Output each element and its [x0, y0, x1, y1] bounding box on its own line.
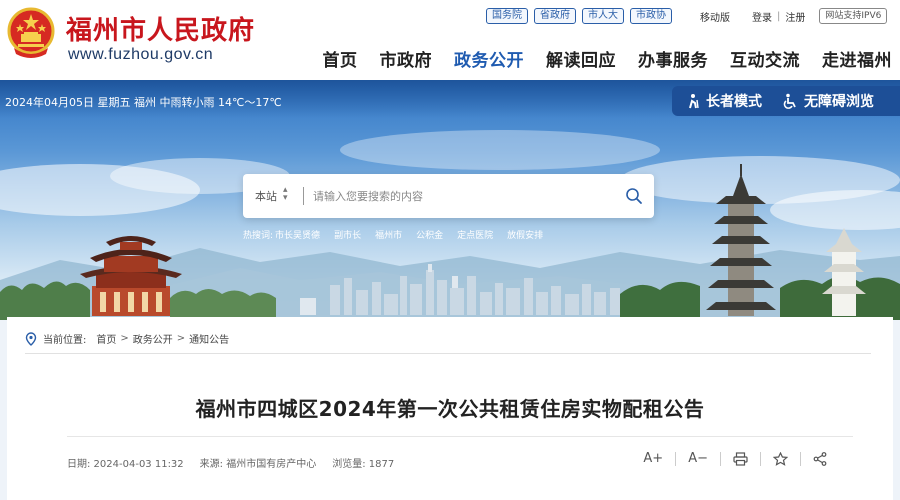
breadcrumb-divider [25, 353, 871, 354]
breadcrumb-gov-affairs[interactable]: 政务公开 [133, 331, 173, 346]
hot-word[interactable]: 市长吴贤德 [275, 228, 320, 241]
accessible-browse-button[interactable]: 无障碍浏览 [782, 91, 874, 111]
breadcrumb-home[interactable]: 首页 [96, 331, 116, 346]
tool-divider [800, 451, 801, 466]
article-date: 日期: 2024-04-03 11:32 [67, 459, 184, 470]
nav-municipal-gov[interactable]: 市政府 [380, 46, 433, 71]
article-meta: 日期: 2024-04-03 11:32 来源: 福州市国有房产中心 浏览量: … [67, 455, 410, 470]
breadcrumb-prefix: 当前位置: [43, 335, 87, 346]
hot-word[interactable]: 福州市 [375, 228, 402, 241]
main-nav: 首页 市政府 政务公开 解读回应 办事服务 互动交流 走进福州 [301, 46, 893, 71]
separator: | [777, 10, 781, 22]
accessible-browse-label: 无障碍浏览 [804, 94, 874, 110]
hot-word[interactable]: 公积金 [416, 228, 443, 241]
search-scope-select[interactable]: 本站 [255, 188, 277, 204]
login-link[interactable]: 登录 [752, 9, 772, 24]
accessibility-bar: 长者模式 无障碍浏览 [672, 86, 900, 116]
font-larger-button[interactable]: A+ [643, 451, 663, 466]
title-divider [67, 436, 853, 437]
article-views: 浏览量: 1877 [332, 459, 395, 470]
article-panel: 当前位置: 首页 > 政务公开 > 通知公告 福州市四城区2024年第一次公共租… [7, 317, 893, 500]
hot-word[interactable]: 放假安排 [507, 228, 543, 241]
star-icon[interactable] [773, 451, 788, 466]
site-title[interactable]: 福州市人民政府 [66, 10, 255, 47]
location-pin-icon [25, 331, 37, 346]
search-box: 本站 ▴ ▾ [243, 174, 654, 218]
article-tools: A+ A− [643, 451, 827, 466]
chevron-updown-icon[interactable]: ▴ ▾ [283, 186, 288, 203]
elder-mode-icon [689, 94, 699, 109]
elder-mode-label: 长者模式 [706, 94, 762, 110]
link-state-council[interactable]: 国务院 [486, 8, 528, 24]
article-title: 福州市四城区2024年第一次公共租赁住房实物配租公告 [195, 397, 705, 421]
hot-word[interactable]: 副市长 [334, 228, 361, 241]
tool-divider [720, 451, 721, 466]
wheelchair-icon [783, 93, 796, 109]
tool-divider [675, 451, 677, 466]
tool-divider [760, 451, 761, 466]
print-icon[interactable] [733, 451, 748, 466]
hot-search-words: 热搜词: 市长吴贤德 副市长 福州市 公积金 定点医院 放假安排 [243, 228, 557, 241]
ipv6-badge: 网站支持IPV6 [819, 8, 888, 24]
register-link[interactable]: 注册 [785, 9, 805, 24]
nav-home[interactable]: 首页 [323, 46, 358, 71]
search-icon[interactable] [624, 186, 644, 206]
hot-word[interactable]: 定点医院 [457, 228, 493, 241]
link-municipal-congress[interactable]: 市人大 [582, 8, 624, 24]
search-divider [303, 187, 304, 205]
site-url[interactable]: www.fuzhou.gov.cn [68, 46, 213, 64]
hot-search-label: 热搜词: [243, 231, 274, 241]
search-input[interactable] [313, 185, 613, 207]
nav-services[interactable]: 办事服务 [638, 46, 708, 71]
site-header: 福州市人民政府 www.fuzhou.gov.cn 国务院 省政府 市人大 市政… [0, 0, 900, 80]
nav-interpretation[interactable]: 解读回应 [546, 46, 616, 71]
top-links: 国务院 省政府 市人大 市政协 移动版 登录 | 注册 网站支持IPV6 [486, 8, 888, 24]
national-emblem-icon[interactable] [6, 6, 56, 60]
breadcrumb: 当前位置: 首页 > 政务公开 > 通知公告 [25, 331, 229, 346]
mobile-version-link[interactable]: 移动版 [700, 9, 730, 24]
breadcrumb-arrow: > [176, 333, 186, 344]
share-icon[interactable] [813, 451, 827, 466]
breadcrumb-arrow: > [120, 333, 129, 344]
article-source: 来源: 福州市国有房产中心 [199, 459, 317, 470]
elder-mode-button[interactable]: 长者模式 [684, 91, 762, 111]
nav-gov-affairs[interactable]: 政务公开 [454, 46, 524, 71]
nav-about-fuzhou[interactable]: 走进福州 [822, 46, 892, 71]
breadcrumb-notices[interactable]: 通知公告 [189, 331, 229, 346]
hero-banner: 2024年04月05日 星期五 福州 中雨转小雨 14℃～17℃ 长者模式 无障… [0, 80, 900, 320]
link-provincial-gov[interactable]: 省政府 [534, 8, 576, 24]
font-smaller-button[interactable]: A− [688, 451, 708, 466]
nav-interaction[interactable]: 互动交流 [730, 46, 800, 71]
link-municipal-cppcc[interactable]: 市政协 [630, 8, 672, 24]
date-weather-text: 2024年04月05日 星期五 福州 中雨转小雨 14℃～17℃ [5, 96, 282, 109]
